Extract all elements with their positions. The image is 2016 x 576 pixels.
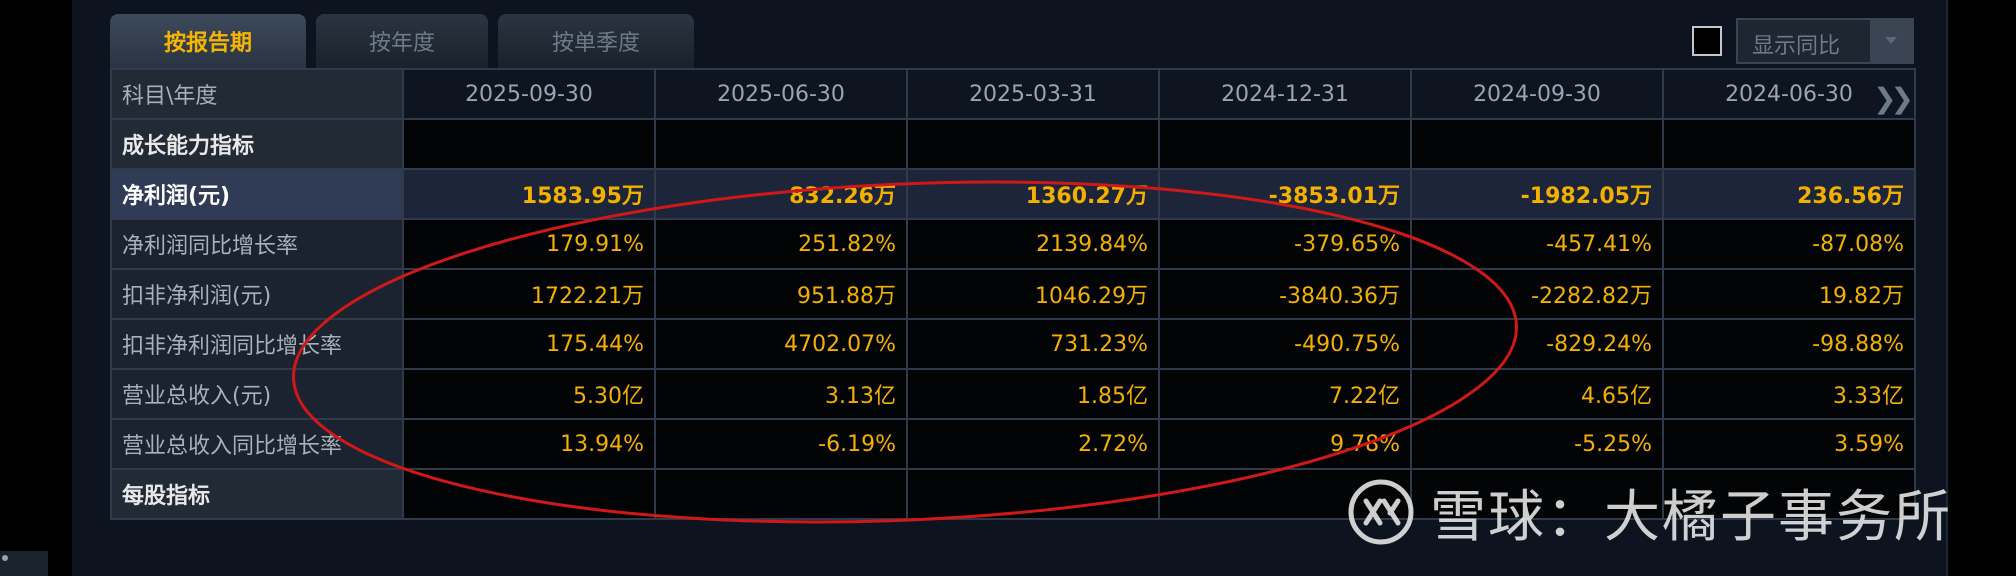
table-row: 营业总收入(元) 5.30亿 3.13亿 1.85亿 7.22亿 4.65亿 3.33亿 [110, 368, 1916, 420]
table-cell: 2.72% [906, 418, 1160, 470]
table-cell: 19.82万 [1662, 268, 1916, 320]
left-edge-widget [0, 551, 48, 576]
table-cell: 3.59% [1662, 418, 1916, 470]
column-header: 2025-06-30 [654, 68, 908, 120]
table-cell: 251.82% [654, 218, 908, 270]
table-cell: -490.75% [1158, 318, 1412, 370]
table-cell [1662, 118, 1916, 170]
table-cell: -3840.36万 [1158, 268, 1412, 320]
table-row: 净利润同比增长率 179.91% 251.82% 2139.84% -379.65% -4… [110, 218, 1916, 270]
show-yoy-label: 显示同比 [1752, 34, 1841, 59]
table-cell: -2282.82万 [1410, 268, 1664, 320]
row-label: 净利润(元) [110, 168, 404, 220]
show-yoy-checkbox[interactable] [1692, 26, 1722, 56]
dot-icon [2, 555, 8, 561]
financial-indicators-table: 科目\年度 2025-09-30 2025-06-30 2025-03-31 2… [110, 68, 1916, 520]
table-cell: 3.33亿 [1662, 368, 1916, 420]
table-cell: 5.30亿 [402, 368, 656, 420]
table-cell: 236.56万 [1662, 168, 1916, 220]
table-cell: 1.85亿 [906, 368, 1160, 420]
row-label: 扣非净利润同比增长率 [110, 318, 404, 370]
table-cell: -457.41% [1410, 218, 1664, 270]
row-label: 净利润同比增长率 [110, 218, 404, 270]
table-cell: 175.44% [402, 318, 656, 370]
screenshot-stage: 按报告期 按年度 按单季度 显示同比 科目\年度 2025-09-30 2025… [0, 0, 2016, 576]
table-cell: 7.22亿 [1158, 368, 1412, 420]
table-cell: 2139.84% [906, 218, 1160, 270]
table-header-row: 科目\年度 2025-09-30 2025-06-30 2025-03-31 2… [110, 68, 1916, 120]
tab-by-report-period[interactable]: 按报告期 [110, 14, 306, 68]
table-cell: -3853.01万 [1158, 168, 1412, 220]
table-row: 营业总收入同比增长率 13.94% -6.19% 2.72% 9.78% -5.25% 3.… [110, 418, 1916, 470]
table-cell: -98.88% [1662, 318, 1916, 370]
table-cell: -1982.05万 [1410, 168, 1664, 220]
table-cell: -87.08% [1662, 218, 1916, 270]
section-row: 成长能力指标 [110, 118, 1916, 170]
table-cell: 4702.07% [654, 318, 908, 370]
table-cell [1662, 468, 1916, 520]
column-header: 2025-03-31 [906, 68, 1160, 120]
table-row: 净利润(元) 1583.95万 832.26万 1360.27万 -3853.01万 -1… [110, 168, 1916, 220]
column-header-label: 2024-06-30 [1725, 81, 1853, 107]
table-cell: 1360.27万 [906, 168, 1160, 220]
table-cell: 832.26万 [654, 168, 908, 220]
table-cell [402, 468, 656, 520]
table-cell: 731.23% [906, 318, 1160, 370]
table-row: 扣非净利润(元) 1722.21万 951.88万 1046.29万 -3840.36万… [110, 268, 1916, 320]
column-header: 2024-09-30 [1410, 68, 1664, 120]
tab-by-single-quarter[interactable]: 按单季度 [498, 14, 694, 68]
caret-down-icon [1885, 37, 1897, 44]
table-cell: 1046.29万 [906, 268, 1160, 320]
table-row: 扣非净利润同比增长率 175.44% 4702.07% 731.23% -490.75%… [110, 318, 1916, 370]
table-cell: -829.24% [1410, 318, 1664, 370]
tab-by-year[interactable]: 按年度 [316, 14, 488, 68]
row-label: 营业总收入(元) [110, 368, 404, 420]
table-cell: 1583.95万 [402, 168, 656, 220]
table-cell [1410, 468, 1664, 520]
table-cell [1158, 468, 1412, 520]
table-cell [654, 118, 908, 170]
double-chevron-right-icon[interactable]: ❯❯ [1873, 82, 1913, 115]
corner-header: 科目\年度 [110, 68, 404, 120]
table-cell: 179.91% [402, 218, 656, 270]
column-header: 2024-12-31 [1158, 68, 1412, 120]
table-cell [906, 468, 1160, 520]
table-cell: 951.88万 [654, 268, 908, 320]
column-header-last: 2024-06-30 ❯❯ [1662, 68, 1916, 120]
dropdown-toggle[interactable] [1870, 20, 1912, 62]
table-cell: -5.25% [1410, 418, 1664, 470]
row-label: 每股指标 [110, 468, 404, 520]
panel-border [1946, 0, 1948, 576]
row-label: 成长能力指标 [110, 118, 404, 170]
section-row: 每股指标 [110, 468, 1916, 520]
table-cell [654, 468, 908, 520]
show-yoy-select[interactable]: 显示同比 [1736, 18, 1914, 64]
column-header: 2025-09-30 [402, 68, 656, 120]
table-cell: 3.13亿 [654, 368, 908, 420]
row-label: 扣非净利润(元) [110, 268, 404, 320]
table-cell [1158, 118, 1412, 170]
table-cell: -6.19% [654, 418, 908, 470]
table-cell: 1722.21万 [402, 268, 656, 320]
table-cell [1410, 118, 1664, 170]
table-cell: 13.94% [402, 418, 656, 470]
row-label: 营业总收入同比增长率 [110, 418, 404, 470]
table-cell [906, 118, 1160, 170]
table-cell [402, 118, 656, 170]
table-cell: -379.65% [1158, 218, 1412, 270]
table-cell: 4.65亿 [1410, 368, 1664, 420]
table-cell: 9.78% [1158, 418, 1412, 470]
